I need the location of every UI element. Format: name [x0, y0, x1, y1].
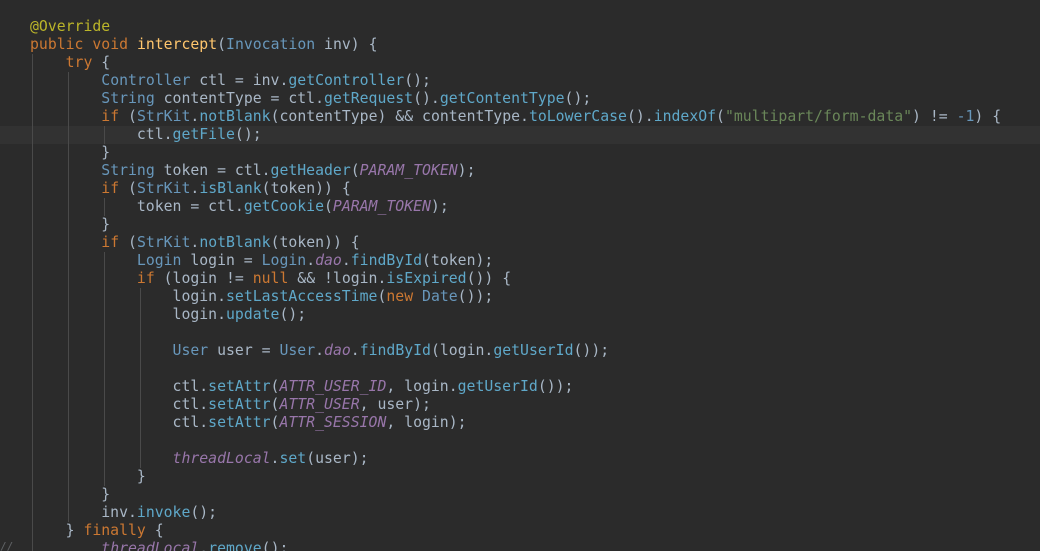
code-line[interactable]: threadLocal.remove();: [30, 540, 1001, 551]
code-line-text: if (StrKit.isBlank(token)) {: [101, 180, 351, 197]
code-line[interactable]: if (login != null && !login.isExpired())…: [30, 270, 1001, 288]
code-line-text: String token = ctl.getHeader(PARAM_TOKEN…: [101, 162, 476, 179]
code-line[interactable]: [30, 432, 1001, 450]
code-line-text: ctl.getFile();: [30, 126, 262, 143]
code-line-text: login.update();: [30, 306, 307, 323]
editor-gutter: //: [0, 0, 30, 551]
code-line-text: ctl.setAttr(ATTR_USER_ID, login.getUserI…: [30, 378, 574, 395]
code-line-text: try {: [65, 54, 111, 71]
code-line[interactable]: ctl.setAttr(ATTR_SESSION, login);: [30, 414, 1001, 432]
code-line[interactable]: Controller ctl = inv.getController();: [30, 72, 1001, 90]
code-line-text: }: [30, 144, 111, 161]
code-line[interactable]: User user = User.dao.findById(login.getU…: [30, 342, 1001, 360]
code-line[interactable]: public void intercept(Invocation inv) {: [30, 36, 1001, 54]
code-line[interactable]: login.setLastAccessTime(new Date());: [30, 288, 1001, 306]
code-line-text: }: [30, 468, 146, 485]
code-line[interactable]: Login login = Login.dao.findById(token);: [30, 252, 1001, 270]
code-line-text: Controller ctl = inv.getController();: [101, 72, 431, 89]
code-editor[interactable]: // @Override public void intercept(Invoc…: [0, 0, 1040, 551]
code-line-text: public void intercept(Invocation inv) {: [30, 36, 378, 53]
code-line[interactable]: login.update();: [30, 306, 1001, 324]
code-line[interactable]: if (StrKit.notBlank(contentType) && cont…: [30, 108, 1001, 126]
code-line-text: User user = User.dao.findById(login.getU…: [172, 342, 610, 359]
code-line-text: ctl.setAttr(ATTR_USER, user);: [30, 396, 431, 413]
code-line-text: login.setLastAccessTime(new Date());: [30, 288, 494, 305]
code-line[interactable]: inv.invoke();: [30, 504, 1001, 522]
code-line-current[interactable]: ctl.getFile();: [30, 126, 1001, 144]
code-line[interactable]: String contentType = ctl.getRequest().ge…: [30, 90, 1001, 108]
code-body[interactable]: @Override public void intercept(Invocati…: [30, 18, 1001, 551]
code-line[interactable]: ctl.setAttr(ATTR_USER_ID, login.getUserI…: [30, 378, 1001, 396]
code-line-text: ctl.setAttr(ATTR_SESSION, login);: [30, 414, 467, 431]
code-line[interactable]: threadLocal.set(user);: [30, 450, 1001, 468]
code-line-text: String contentType = ctl.getRequest().ge…: [101, 90, 592, 107]
code-line-text: }: [30, 216, 111, 233]
code-line[interactable]: [30, 324, 1001, 342]
code-line[interactable]: } finally {: [30, 522, 1001, 540]
code-line-text: @Override: [30, 18, 111, 35]
code-line[interactable]: String token = ctl.getHeader(PARAM_TOKEN…: [30, 162, 1001, 180]
code-line[interactable]: try {: [30, 54, 1001, 72]
code-line-text: } finally {: [30, 522, 164, 539]
code-line-text: }: [30, 486, 111, 503]
code-line-text: token = ctl.getCookie(PARAM_TOKEN);: [30, 198, 449, 215]
code-line-text: Login login = Login.dao.findById(token);: [136, 252, 494, 269]
code-line[interactable]: }: [30, 144, 1001, 162]
code-line-text: if (StrKit.notBlank(token)) {: [101, 234, 360, 251]
code-line[interactable]: token = ctl.getCookie(PARAM_TOKEN);: [30, 198, 1001, 216]
code-line-text: if (login != null && !login.isExpired())…: [136, 270, 512, 287]
code-line[interactable]: }: [30, 216, 1001, 234]
code-line-text: threadLocal.remove();: [101, 540, 289, 551]
code-line[interactable]: }: [30, 468, 1001, 486]
code-line-text: inv.invoke();: [30, 504, 218, 521]
code-line[interactable]: }: [30, 486, 1001, 504]
gutter-marker: //: [0, 540, 14, 551]
code-line[interactable]: [30, 360, 1001, 378]
code-line[interactable]: @Override: [30, 18, 1001, 36]
code-line-text: threadLocal.set(user);: [172, 450, 369, 467]
code-line[interactable]: ctl.setAttr(ATTR_USER, user);: [30, 396, 1001, 414]
code-line[interactable]: if (StrKit.notBlank(token)) {: [30, 234, 1001, 252]
code-line-text: if (StrKit.notBlank(contentType) && cont…: [101, 108, 1002, 125]
code-line[interactable]: if (StrKit.isBlank(token)) {: [30, 180, 1001, 198]
